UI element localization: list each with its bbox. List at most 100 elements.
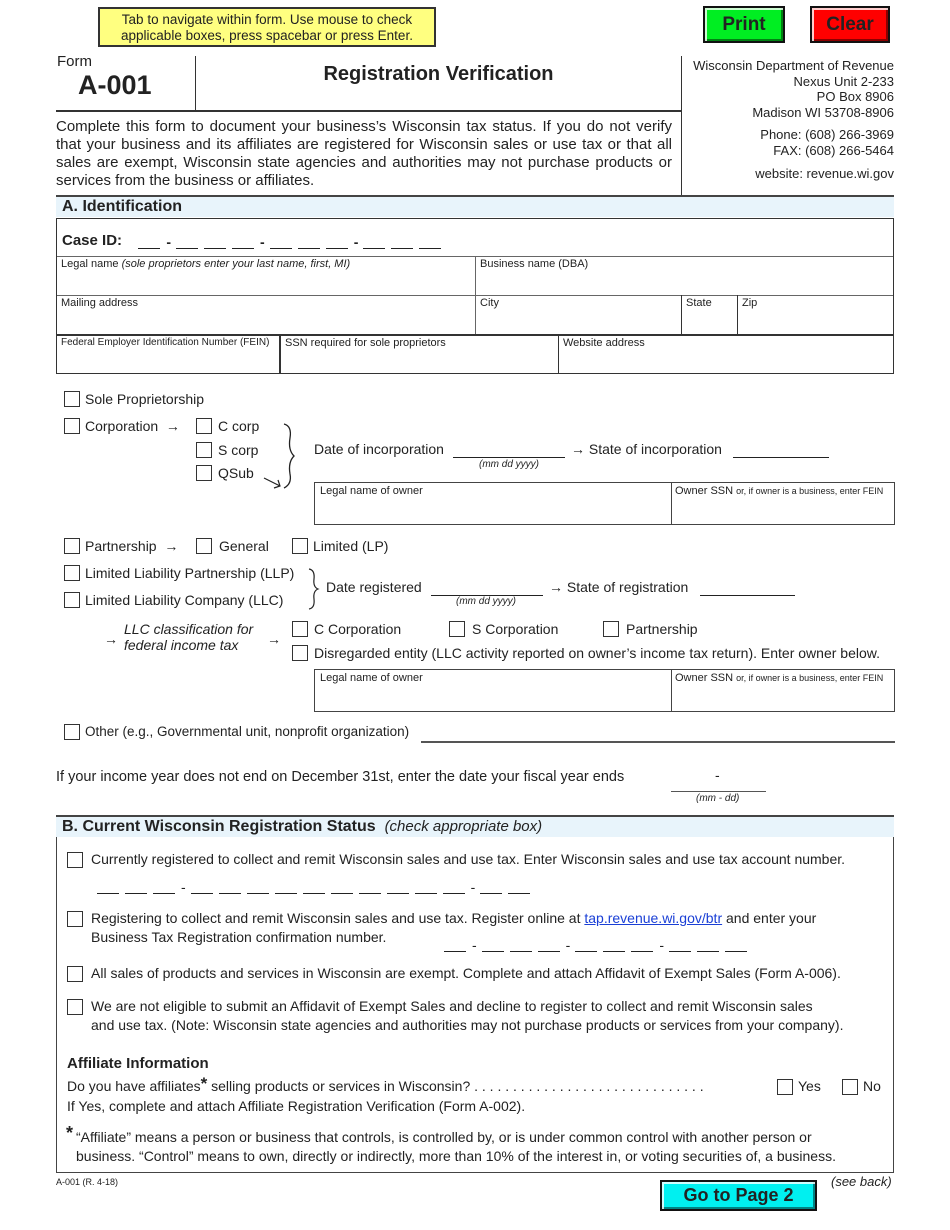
llc-c-corporation-label: C Corporation	[314, 621, 402, 637]
fiscal-year-input[interactable]	[671, 791, 766, 792]
brace-icon	[308, 568, 320, 610]
date-hint: (mm dd yyyy)	[456, 596, 516, 607]
date-incorporation-label: Date of incorporation	[314, 441, 444, 457]
limited-lp-checkbox[interactable]	[292, 538, 308, 554]
owner-ssn-hint: or, if owner is a business, enter FEIN	[736, 673, 884, 683]
case-id-digit[interactable]	[325, 235, 348, 249]
digit-blank[interactable]	[442, 880, 465, 894]
case-id-digit[interactable]	[232, 235, 255, 249]
affiliate-title: Affiliate Information	[67, 1055, 209, 1072]
sole-proprietorship-checkbox[interactable]	[64, 391, 80, 407]
digit-blank[interactable]	[575, 938, 598, 952]
website-field[interactable]: Website address	[559, 335, 893, 374]
btr-link[interactable]: tap.revenue.wi.gov/btr	[584, 910, 722, 926]
affiliate-no-checkbox[interactable]	[842, 1079, 858, 1095]
case-id-digit[interactable]	[419, 235, 442, 249]
section-a-header: A. Identification	[56, 195, 894, 217]
digit-blank[interactable]	[631, 938, 654, 952]
llc-checkbox[interactable]	[64, 592, 80, 608]
digit-blank[interactable]	[246, 880, 269, 894]
state-registration-input[interactable]	[700, 595, 795, 596]
sole-proprietorship-label: Sole Proprietorship	[85, 391, 205, 407]
digit-blank[interactable]	[274, 880, 297, 894]
currently-registered-checkbox[interactable]	[67, 852, 83, 868]
fein-field[interactable]: Federal Employer Identification Number (…	[57, 335, 279, 374]
digit-blank[interactable]	[218, 880, 241, 894]
llc-owner-name-field[interactable]: Legal name of owner	[315, 670, 672, 711]
digit-blank[interactable]	[508, 880, 531, 894]
partnership-checkbox[interactable]	[64, 538, 80, 554]
owner-ssn-label: Owner SSN	[675, 485, 734, 497]
digit-blank[interactable]	[302, 880, 325, 894]
arrow-right-icon: →	[156, 538, 179, 554]
legal-name-field[interactable]: Legal name (sole proprietors enter your …	[57, 256, 475, 295]
not-eligible-label: We are not eligible to submit an Affidav…	[91, 997, 843, 1035]
date-incorporation-input[interactable]	[453, 457, 565, 458]
business-name-field[interactable]: Business name (DBA)	[476, 256, 894, 295]
digit-blank[interactable]	[509, 938, 532, 952]
llc-c-corporation-checkbox[interactable]	[292, 621, 308, 637]
city-field[interactable]: City	[476, 295, 681, 334]
c-corp-checkbox[interactable]	[196, 418, 212, 434]
llp-checkbox[interactable]	[64, 565, 80, 581]
digit-blank[interactable]	[480, 880, 503, 894]
case-id-digit[interactable]	[269, 235, 292, 249]
digit-blank[interactable]	[190, 880, 213, 894]
mailing-address-field[interactable]: Mailing address	[57, 295, 475, 334]
general-checkbox[interactable]	[196, 538, 212, 554]
digit-blank[interactable]	[358, 880, 381, 894]
qsub-checkbox[interactable]	[196, 465, 212, 481]
digit-blank[interactable]	[697, 938, 720, 952]
case-id-digit[interactable]	[363, 235, 386, 249]
print-button[interactable]: Print	[703, 6, 785, 43]
case-id-label: Case ID:	[62, 232, 123, 249]
s-corp-checkbox[interactable]	[196, 442, 212, 458]
corporation-checkbox[interactable]	[64, 418, 80, 434]
case-id-digit[interactable]	[391, 235, 414, 249]
corp-owner-ssn-field[interactable]: Owner SSN or, if owner is a business, en…	[672, 483, 894, 524]
digit-blank[interactable]	[386, 880, 409, 894]
zip-label: Zip	[742, 297, 758, 309]
digit-blank[interactable]	[153, 880, 175, 894]
case-id-digit[interactable]	[297, 235, 320, 249]
affiliate-definition: “Affiliate” means a person or business t…	[76, 1128, 836, 1166]
brace-icon	[263, 423, 295, 489]
other-checkbox[interactable]	[64, 724, 80, 740]
clear-button[interactable]: Clear	[810, 6, 890, 43]
corp-owner-name-field[interactable]: Legal name of owner	[315, 483, 672, 524]
llc-owner-ssn-field[interactable]: Owner SSN or, if owner is a business, en…	[672, 670, 894, 711]
currently-registered-label: Currently registered to collect and remi…	[91, 851, 846, 867]
digit-blank[interactable]	[444, 938, 466, 952]
digit-blank[interactable]	[97, 880, 119, 894]
digit-blank[interactable]	[725, 938, 748, 952]
state-field[interactable]: State	[682, 295, 737, 334]
registering-checkbox[interactable]	[67, 911, 83, 927]
digit-blank[interactable]	[481, 938, 504, 952]
case-id-digit[interactable]	[176, 235, 199, 249]
not-eligible-checkbox[interactable]	[67, 999, 83, 1015]
digit-blank[interactable]	[125, 880, 147, 894]
digit-blank[interactable]	[669, 938, 692, 952]
intro-text: Complete this form to document your busi…	[56, 118, 672, 189]
corporation-text: Corporation	[85, 418, 159, 434]
digit-blank[interactable]	[330, 880, 353, 894]
case-id-digit[interactable]	[204, 235, 227, 249]
exempt-checkbox[interactable]	[67, 966, 83, 982]
arrow-right-icon: →	[549, 579, 567, 595]
digit-blank[interactable]	[537, 938, 560, 952]
llc-s-corporation-checkbox[interactable]	[449, 621, 465, 637]
other-label: Other (e.g., Governmental unit, nonprofi…	[85, 724, 410, 739]
digit-blank[interactable]	[414, 880, 437, 894]
go-to-page-2-button[interactable]: Go to Page 2	[660, 1180, 817, 1211]
other-input[interactable]	[421, 741, 895, 743]
digit-blank[interactable]	[603, 938, 626, 952]
disregarded-entity-checkbox[interactable]	[292, 645, 308, 661]
state-incorporation-input[interactable]	[733, 457, 829, 458]
owner-name-label: Legal name of owner	[320, 485, 423, 497]
llc-partnership-checkbox[interactable]	[603, 621, 619, 637]
llc-class-line: federal income tax	[124, 637, 239, 653]
case-id-digit[interactable]	[138, 235, 161, 249]
affiliate-yes-checkbox[interactable]	[777, 1079, 793, 1095]
zip-field[interactable]: Zip	[738, 295, 893, 334]
ssn-field[interactable]: SSN required for sole proprietors	[281, 335, 558, 374]
